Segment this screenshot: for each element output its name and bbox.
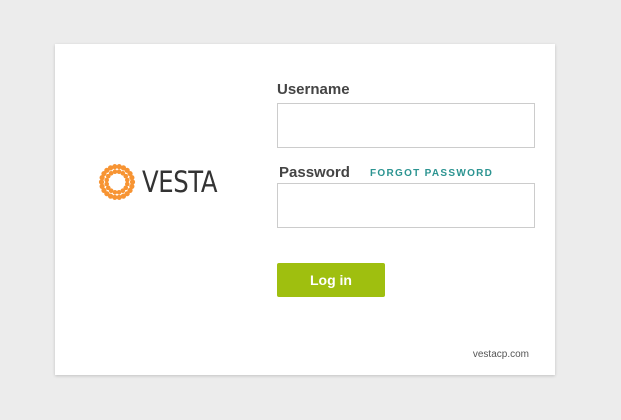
username-label: Username — [277, 81, 350, 98]
logo-dot — [125, 177, 130, 183]
vesta-logo: VESTA — [97, 162, 231, 202]
password-label: Password — [279, 164, 350, 181]
dotted-ring-icon — [98, 164, 136, 200]
logo-wordmark: VESTA — [142, 164, 218, 199]
username-input[interactable] — [277, 103, 535, 148]
forgot-password-link[interactable]: FORGOT PASSWORD — [370, 168, 493, 179]
logo-dot — [112, 169, 118, 174]
login-button[interactable]: Log in — [277, 263, 385, 297]
password-input[interactable] — [277, 183, 535, 228]
logo-dot — [129, 175, 135, 181]
logo-dot — [129, 179, 136, 185]
vestacp-link[interactable]: vestacp.com — [473, 349, 529, 360]
logo-dot — [116, 190, 122, 195]
login-card: VESTA Username Password FORGOT PASSWORD … — [55, 44, 555, 375]
logo-dot — [98, 179, 105, 185]
logo-dot — [99, 183, 105, 189]
logo-dot — [104, 181, 109, 187]
